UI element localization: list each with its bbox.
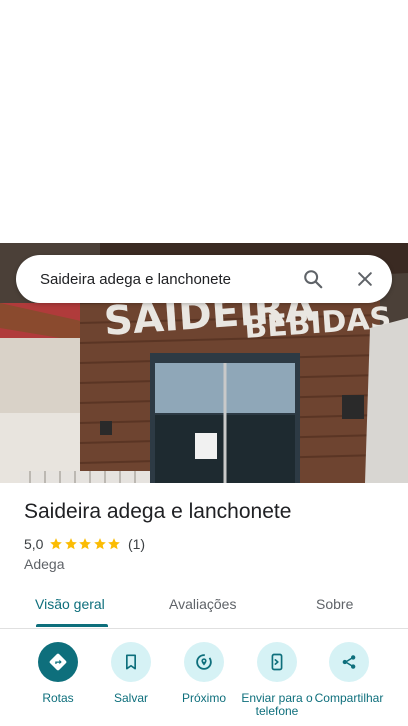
star-icon xyxy=(65,538,77,550)
tab-overview[interactable]: Visão geral xyxy=(35,596,105,612)
tab-reviews[interactable]: Avaliações xyxy=(169,596,236,612)
directions-button[interactable]: Rotas xyxy=(22,642,94,705)
place-category: Adega xyxy=(24,556,65,572)
search-input[interactable]: Saideira adega e lanchonete xyxy=(40,271,293,288)
nearby-label: Próximo xyxy=(181,691,226,705)
rating-stars xyxy=(49,537,122,551)
tab-about[interactable]: Sobre xyxy=(316,596,353,612)
star-icon xyxy=(79,538,92,550)
share-label: Compartilhar xyxy=(314,691,384,705)
search-bar[interactable]: Saideira adega e lanchonete xyxy=(16,255,392,303)
share-button[interactable]: Compartilhar xyxy=(313,642,385,705)
nearby-icon xyxy=(196,654,212,670)
nearby-circle xyxy=(184,642,224,682)
close-button[interactable] xyxy=(345,259,385,299)
send-to-phone-circle xyxy=(257,642,297,682)
star-icon xyxy=(108,538,121,550)
directions-circle xyxy=(38,642,78,682)
place-title: Saideira adega e lanchonete xyxy=(24,500,292,523)
save-circle xyxy=(111,642,151,682)
tab-indicator xyxy=(36,624,108,627)
directions-icon xyxy=(49,653,67,671)
rating-row[interactable]: 5,0 (1) xyxy=(24,536,145,552)
blank-map-area xyxy=(0,0,408,243)
rating-value: 5,0 xyxy=(24,536,44,552)
nearby-button[interactable]: Próximo xyxy=(168,642,240,705)
tab-bar: Visão geral Avaliações Sobre xyxy=(0,588,408,629)
star-icon xyxy=(50,538,63,550)
search-button[interactable] xyxy=(293,259,333,299)
directions-label: Rotas xyxy=(42,691,74,705)
search-icon xyxy=(304,270,323,289)
action-bar: Rotas Salvar Próximo Enviar para o telef… xyxy=(0,640,408,726)
send-to-phone-button[interactable]: Enviar para o telefone xyxy=(241,642,313,718)
bookmark-icon xyxy=(126,654,136,670)
save-button[interactable]: Salvar xyxy=(95,642,167,705)
send-to-phone-icon xyxy=(271,653,283,671)
share-circle xyxy=(329,642,369,682)
review-count: (1) xyxy=(127,536,146,552)
save-label: Salvar xyxy=(113,691,148,705)
send-to-phone-label: Enviar para o telefone xyxy=(241,691,313,718)
share-icon xyxy=(342,655,356,669)
close-icon xyxy=(358,272,372,286)
star-icon xyxy=(94,538,106,550)
